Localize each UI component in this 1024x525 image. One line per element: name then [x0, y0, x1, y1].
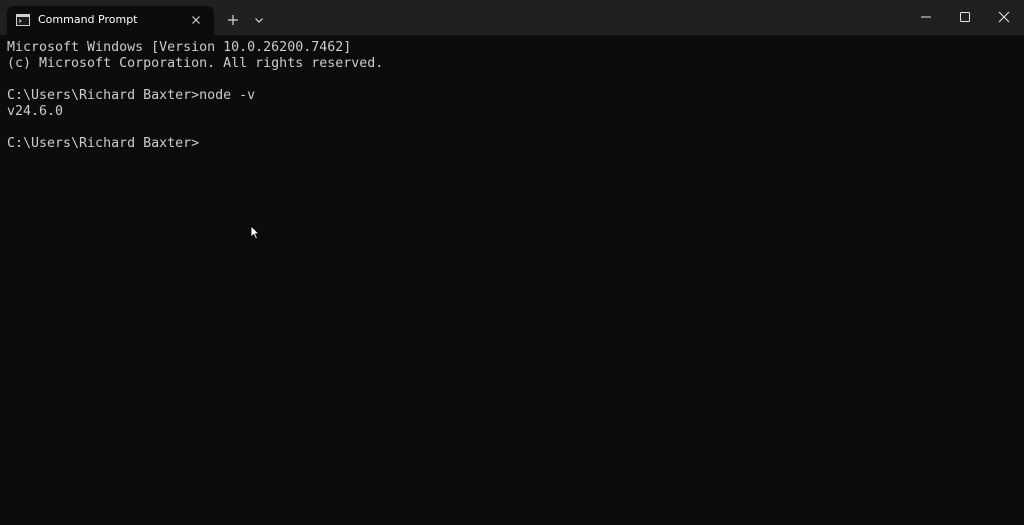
console-line: Microsoft Windows [Version 10.0.26200.74…: [7, 40, 352, 55]
chevron-down-icon[interactable]: [251, 12, 267, 28]
console-line: C:\Users\Richard Baxter>node -v: [7, 88, 256, 103]
maximize-button[interactable]: [945, 0, 985, 35]
terminal-window: Command Prompt Microsoft Windows [Versio…: [0, 0, 1024, 525]
title-bar[interactable]: Command Prompt: [0, 0, 1024, 35]
maximize-icon: [960, 12, 970, 22]
console-line: v24.6.0: [7, 104, 64, 119]
close-button[interactable]: [984, 0, 1024, 35]
console-line: (c) Microsoft Corporation. All rights re…: [7, 56, 384, 71]
console-output[interactable]: Microsoft Windows [Version 10.0.26200.74…: [7, 40, 1017, 520]
tab-title: Command Prompt: [38, 13, 138, 26]
close-icon[interactable]: [189, 13, 203, 27]
tab-command-prompt[interactable]: Command Prompt: [7, 6, 214, 35]
plus-icon[interactable]: [223, 10, 243, 30]
console-icon: [16, 14, 30, 26]
console-prompt-line[interactable]: C:\Users\Richard Baxter>: [7, 136, 1017, 152]
minimize-button[interactable]: [906, 0, 946, 35]
minimize-icon: [921, 16, 931, 18]
mouse-pointer-icon: [250, 225, 260, 240]
close-icon: [998, 11, 1010, 23]
